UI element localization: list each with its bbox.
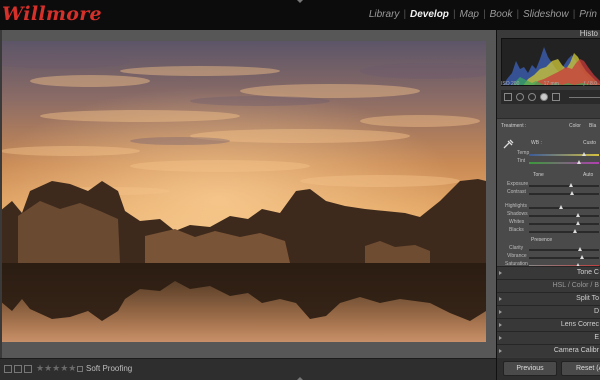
focal-length-value: 17 mm — [543, 81, 559, 87]
soft-proofing-label: Soft Proofing — [86, 364, 133, 373]
toolbar: ★★★★★ Soft Proofing — [0, 358, 496, 380]
expand-arrow-icon — [499, 310, 502, 314]
tone-label: Tone — [533, 172, 544, 178]
landscape-photo — [0, 41, 486, 342]
wb-select[interactable]: Custo — [583, 140, 596, 146]
contrast-label: Contrast — [507, 189, 526, 195]
section-split-toning[interactable]: Split To — [497, 292, 600, 305]
section-lens-corrections[interactable]: Lens Correc — [497, 318, 600, 331]
histogram-graph — [503, 47, 600, 85]
treatment-color-option[interactable]: Color — [569, 123, 581, 129]
top-bar: Willmore Library | Develop | Map | Book … — [0, 0, 600, 30]
tool-strip — [501, 90, 600, 104]
exposure-slider[interactable] — [529, 183, 599, 187]
photo-preview[interactable] — [0, 41, 486, 342]
expand-arrow-icon — [499, 336, 502, 340]
grid-overlay-icon[interactable] — [504, 93, 512, 101]
highlights-slider[interactable] — [529, 205, 599, 209]
shadows-slider-knob[interactable] — [576, 213, 580, 217]
image-canvas[interactable] — [0, 30, 496, 358]
whites-label: Whites — [509, 219, 525, 225]
clarity-label: Clarity — [509, 245, 524, 251]
identity-plate: Willmore — [2, 3, 102, 25]
crop-tool-icon[interactable] — [516, 93, 524, 101]
module-develop[interactable]: Develop — [407, 9, 452, 20]
module-slideshow[interactable]: Slideshow — [520, 9, 572, 20]
highlights-slider-knob[interactable] — [558, 205, 563, 209]
tint-label: Tint — [517, 158, 526, 164]
red-eye-icon[interactable] — [540, 93, 548, 101]
clarity-slider[interactable] — [529, 247, 599, 251]
expand-arrow-icon — [499, 297, 502, 301]
temp-slider[interactable] — [529, 152, 599, 156]
reset-button[interactable]: Reset (Ad — [561, 361, 600, 376]
blacks-slider[interactable] — [529, 229, 599, 233]
section-effects[interactable]: E — [497, 331, 600, 344]
star-rating[interactable]: ★★★★★ — [36, 363, 76, 374]
right-panel: Histo ISO 200 17 mm ƒ / 8.0 Treatment : … — [496, 30, 600, 380]
section-hsl[interactable]: HSL / Color / B — [497, 279, 600, 292]
highlights-label: Highlights — [505, 203, 527, 209]
histogram — [501, 38, 600, 86]
before-after-icon[interactable] — [14, 365, 22, 373]
blacks-label: Blacks — [509, 227, 524, 233]
expand-arrow-icon — [499, 271, 502, 275]
shadows-slider[interactable] — [529, 213, 599, 217]
clarity-slider-knob[interactable] — [578, 247, 583, 251]
treatment-label: Treatment : — [501, 123, 527, 129]
spot-removal-icon[interactable] — [528, 93, 536, 101]
exposure-slider-knob[interactable] — [569, 183, 573, 187]
temp-slider-knob[interactable] — [581, 152, 586, 156]
panel-buttons: Previous Reset (Ad — [497, 358, 600, 380]
whites-slider[interactable] — [529, 221, 599, 225]
temp-label: Temp — [517, 150, 530, 156]
blacks-slider-knob[interactable] — [573, 229, 578, 233]
shadows-label: Shadows — [507, 211, 528, 217]
wb-label: WB : — [531, 140, 542, 146]
module-print[interactable]: Prin — [576, 9, 600, 20]
tint-slider-knob[interactable] — [577, 160, 582, 164]
module-picker: Library | Develop | Map | Book | Slidesh… — [366, 9, 600, 20]
expand-arrow-icon — [499, 323, 502, 327]
white-balance-eyedropper-icon[interactable] — [503, 139, 514, 149]
auto-tone-button[interactable]: Auto — [583, 172, 593, 178]
section-tone-curve[interactable]: Tone C — [497, 266, 600, 279]
collapse-top-panel-arrow-icon[interactable] — [297, 0, 303, 3]
contrast-slider[interactable] — [529, 191, 599, 195]
module-library[interactable]: Library — [366, 9, 403, 20]
treatment-bw-option[interactable]: Bla — [589, 123, 596, 129]
whites-slider-knob[interactable] — [576, 221, 580, 225]
expand-arrow-icon — [499, 349, 502, 353]
previous-button[interactable]: Previous — [503, 361, 557, 376]
section-camera-calibration[interactable]: Camera Calibr — [497, 344, 600, 357]
aperture-value: ƒ / 8.0 — [583, 81, 597, 87]
left-panel-edge[interactable] — [0, 30, 2, 358]
module-map[interactable]: Map — [457, 9, 482, 20]
presence-label: Presence — [531, 237, 553, 243]
vibrance-slider[interactable] — [529, 255, 599, 259]
exposure-label: Exposure — [507, 181, 529, 187]
vibrance-slider-knob[interactable] — [580, 255, 585, 259]
section-detail[interactable]: D — [497, 305, 600, 318]
contrast-slider-knob[interactable] — [570, 191, 575, 195]
graduated-filter-icon[interactable] — [552, 93, 560, 101]
vibrance-label: Vibrance — [507, 253, 527, 259]
compare-view-icon[interactable] — [24, 365, 32, 373]
loupe-view-icon[interactable] — [4, 365, 12, 373]
histogram-info: ISO 200 17 mm ƒ / 8.0 — [501, 81, 600, 87]
tool-slider[interactable] — [569, 97, 600, 98]
iso-value: ISO 200 — [501, 81, 520, 87]
module-book[interactable]: Book — [487, 9, 516, 20]
soft-proofing-checkbox[interactable] — [77, 366, 83, 372]
histogram-title[interactable]: Histo — [580, 30, 598, 38]
tint-slider[interactable] — [529, 160, 599, 164]
